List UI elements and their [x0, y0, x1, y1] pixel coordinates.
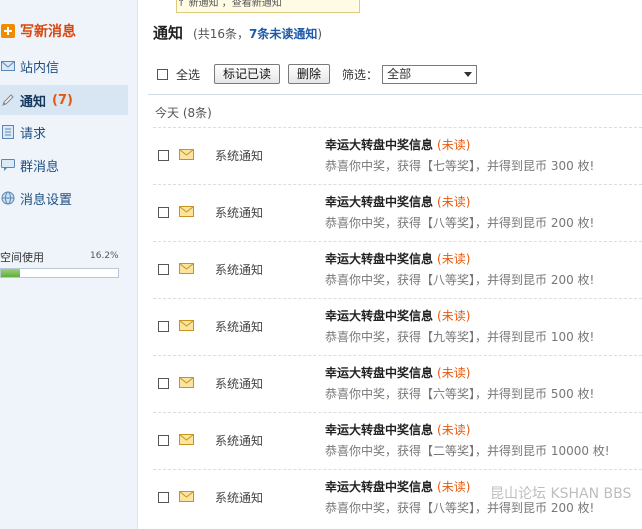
space-usage-label: 空间使用: [0, 251, 44, 264]
row-checkbox[interactable]: [158, 435, 169, 446]
notification-type: 系统通知: [215, 434, 264, 448]
row-checkbox[interactable]: [158, 150, 169, 161]
chat-bubble-icon: [0, 157, 16, 173]
unread-status: (未读): [437, 252, 471, 266]
toolbar: 全选 标记已读 删除 筛选： 全部: [157, 63, 478, 85]
notification-type: 系统通知: [215, 149, 264, 163]
sidebar-item-notice[interactable]: 通知 (7): [0, 85, 128, 115]
unread-status: (未读): [437, 195, 471, 209]
plus-icon: [0, 23, 16, 39]
filter-selected-value: 全部: [387, 66, 412, 81]
unread-mail-icon: [179, 263, 194, 277]
delete-button[interactable]: 删除: [288, 64, 331, 84]
notifications-page: 写新消息 站内信 通知 (7) 请求 群消息 消息设置 空间使用 16.2% ↑…: [0, 0, 642, 529]
row-checkbox[interactable]: [158, 321, 169, 332]
row-checkbox[interactable]: [158, 207, 169, 218]
notification-type: 系统通知: [215, 377, 264, 391]
settings-globe-icon: [0, 190, 16, 206]
notification-body: 恭喜你中奖，获得【八等奖】，并得到昆币 200 枚!: [325, 216, 595, 230]
unread-mail-icon: [179, 434, 194, 448]
new-notice-tooltip: ↑ 新通知 ，查看新通知: [176, 0, 360, 13]
summary-suffix: ): [317, 27, 323, 41]
page-header: 通知 (共16条，7条未读通知): [153, 22, 322, 43]
notification-body: 恭喜你中奖，获得【六等奖】，并得到昆币 500 枚!: [325, 387, 595, 401]
notification-title-text: 幸运大转盘中奖信息: [325, 195, 434, 209]
notification-row[interactable]: 系统通知 幸运大转盘中奖信息 (未读) 恭喜你中奖，获得【七等奖】，并得到昆币 300…: [153, 127, 642, 184]
pencil-icon: [0, 92, 16, 108]
notification-type: 系统通知: [215, 263, 264, 277]
envelope-icon: [0, 58, 16, 74]
select-all-label: 全选: [176, 67, 201, 82]
sidebar-item-request[interactable]: 请求: [0, 117, 128, 147]
notice-summary: (共16条，7条未读通知): [193, 25, 322, 42]
notification-type: 系统通知: [215, 206, 264, 220]
unread-status: (未读): [437, 138, 471, 152]
filter-label: 筛选：: [342, 67, 379, 82]
notification-title[interactable]: 幸运大转盘中奖信息 (未读): [325, 478, 470, 495]
sidebar: 写新消息 站内信 通知 (7) 请求 群消息 消息设置 空间使用 16.2%: [0, 0, 138, 529]
chevron-down-icon: [464, 71, 473, 77]
notification-title-text: 幸运大转盘中奖信息: [325, 138, 434, 152]
unread-mail-icon: [179, 320, 194, 334]
date-group-label: 今天 (8条): [155, 106, 212, 120]
notification-body: 恭喜你中奖，获得【九等奖】，并得到昆币 100 枚!: [325, 330, 595, 344]
unread-status: (未读): [437, 480, 471, 494]
sidebar-item-message-settings[interactable]: 消息设置: [0, 183, 128, 213]
unread-status: (未读): [437, 309, 471, 323]
notification-body: 恭喜你中奖，获得【八等奖】，并得到昆币 200 枚!: [325, 273, 595, 287]
summary-prefix: (共16条，: [193, 27, 249, 41]
sidebar-item-label: 群消息: [20, 159, 60, 175]
document-icon: [0, 124, 16, 140]
unread-count-badge: (7): [52, 92, 73, 108]
unread-mail-icon: [179, 149, 194, 163]
notification-row[interactable]: 系统通知 幸运大转盘中奖信息 (未读) 恭喜你中奖，获得【八等奖】，并得到昆币 200…: [153, 241, 642, 298]
notification-row[interactable]: 系统通知 幸运大转盘中奖信息 (未读) 恭喜你中奖，获得【八等奖】，并得到昆币 200…: [153, 469, 642, 526]
notification-row[interactable]: 系统通知 幸运大转盘中奖信息 (未读) 恭喜你中奖，获得【九等奖】，并得到昆币 100…: [153, 298, 642, 355]
space-usage-progress-fill: [1, 269, 20, 277]
notification-title-text: 幸运大转盘中奖信息: [325, 480, 434, 494]
notification-body: 恭喜你中奖，获得【二等奖】，并得到昆币 10000 枚!: [325, 444, 610, 458]
sidebar-item-label: 消息设置: [20, 192, 73, 208]
notification-title[interactable]: 幸运大转盘中奖信息 (未读): [325, 421, 470, 438]
notification-body: 恭喜你中奖，获得【七等奖】，并得到昆币 300 枚!: [325, 159, 595, 173]
space-usage-progress-bar: [0, 268, 119, 278]
unread-mail-icon: [179, 377, 194, 391]
sidebar-item-compose[interactable]: 写新消息: [0, 16, 128, 46]
notification-title[interactable]: 幸运大转盘中奖信息 (未读): [325, 136, 470, 153]
sidebar-item-label: 写新消息: [20, 24, 76, 40]
sidebar-item-group-messages[interactable]: 群消息: [0, 150, 128, 180]
unread-notices-link[interactable]: 7条未读通知: [249, 27, 317, 41]
notification-title-text: 幸运大转盘中奖信息: [325, 366, 434, 380]
page-title: 通知: [153, 24, 184, 42]
unread-status: (未读): [437, 366, 471, 380]
notification-title-text: 幸运大转盘中奖信息: [325, 309, 434, 323]
sidebar-item-label: 站内信: [20, 60, 60, 76]
notification-type: 系统通知: [215, 320, 264, 334]
unread-status: (未读): [437, 423, 471, 437]
sidebar-item-inbox[interactable]: 站内信: [0, 51, 128, 81]
row-checkbox[interactable]: [158, 492, 169, 503]
space-usage-percent: 16.2%: [90, 251, 119, 261]
notification-row[interactable]: 系统通知 幸运大转盘中奖信息 (未读) 恭喜你中奖，获得【八等奖】，并得到昆币 200…: [153, 184, 642, 241]
notification-title[interactable]: 幸运大转盘中奖信息 (未读): [325, 250, 470, 267]
notification-title[interactable]: 幸运大转盘中奖信息 (未读): [325, 307, 470, 324]
sidebar-item-label: 请求: [20, 126, 47, 142]
filter-select[interactable]: 全部: [382, 64, 478, 84]
notification-type: 系统通知: [215, 491, 264, 505]
notification-body: 恭喜你中奖，获得【八等奖】，并得到昆币 200 枚!: [325, 501, 595, 515]
row-checkbox[interactable]: [158, 378, 169, 389]
mark-read-button[interactable]: 标记已读: [214, 64, 281, 84]
notification-title-text: 幸运大转盘中奖信息: [325, 252, 434, 266]
notification-title-text: 幸运大转盘中奖信息: [325, 423, 434, 437]
unread-mail-icon: [179, 206, 194, 220]
select-all-checkbox[interactable]: [157, 68, 168, 80]
sidebar-item-label: 通知: [20, 94, 47, 110]
divider: [148, 94, 642, 95]
notification-row[interactable]: 系统通知 幸运大转盘中奖信息 (未读) 恭喜你中奖，获得【六等奖】，并得到昆币 500…: [153, 355, 642, 412]
notification-row[interactable]: 系统通知 幸运大转盘中奖信息 (未读) 恭喜你中奖，获得【二等奖】，并得到昆币 100…: [153, 412, 642, 469]
notification-title[interactable]: 幸运大转盘中奖信息 (未读): [325, 364, 470, 381]
row-checkbox[interactable]: [158, 264, 169, 275]
notification-title[interactable]: 幸运大转盘中奖信息 (未读): [325, 193, 470, 210]
unread-mail-icon: [179, 491, 194, 505]
